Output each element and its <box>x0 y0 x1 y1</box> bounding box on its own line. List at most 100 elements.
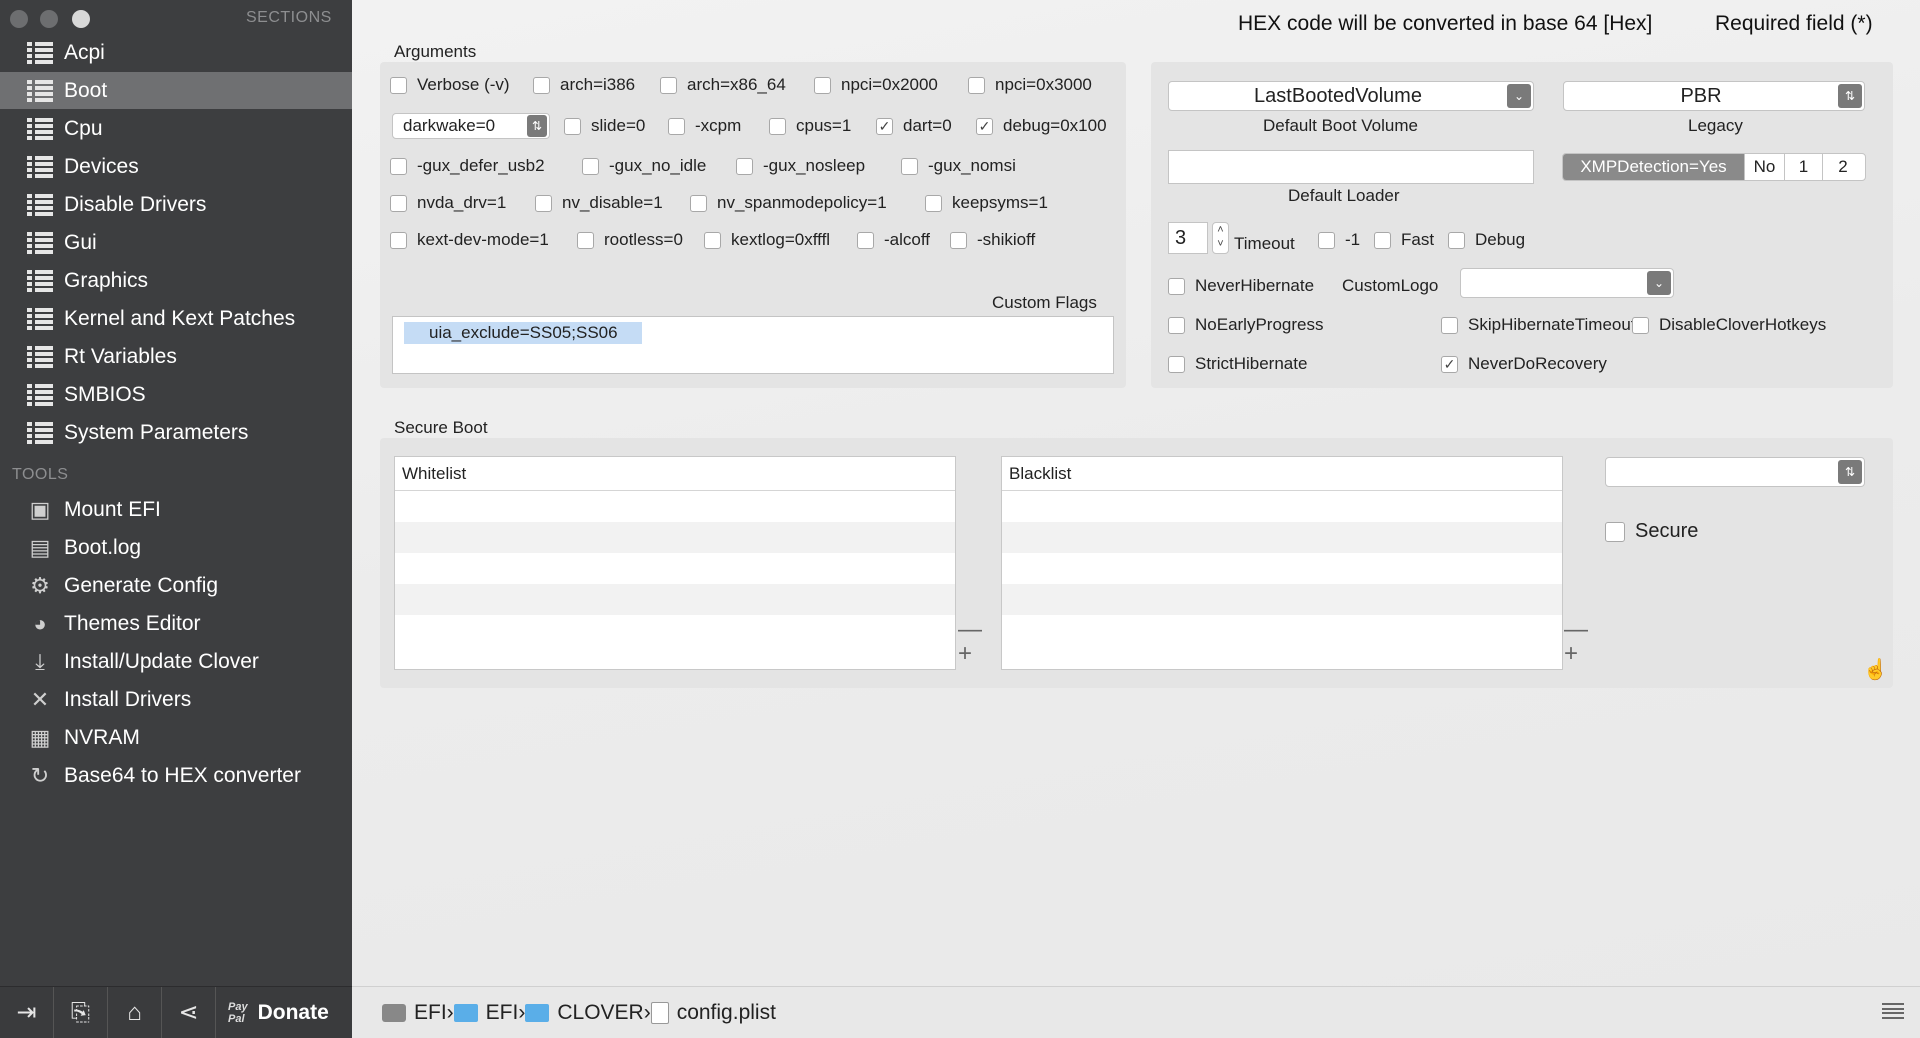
verbose-v-checkbox[interactable]: Verbose (-v) <box>390 75 510 95</box>
timeout-stepper[interactable]: ˄ ˅ <box>1212 222 1229 254</box>
share-button[interactable]: ⋖ <box>162 986 216 1038</box>
fast-checkbox[interactable]: Fast <box>1374 230 1434 250</box>
slide-0-checkbox[interactable]: slide=0 <box>564 116 645 136</box>
nvda-drv-1-checkbox[interactable]: nvda_drv=1 <box>390 193 506 213</box>
tool-install-drivers[interactable]: ✕ Install Drivers <box>0 681 352 718</box>
sidebar-item-smbios[interactable]: SMBIOS <box>0 376 352 413</box>
checkbox-box <box>857 231 874 249</box>
tool-themes-editor[interactable]: ◕ Themes Editor <box>0 605 352 642</box>
xmp-option-xmpdetection-yes[interactable]: XMPDetection=Yes <box>1563 154 1745 180</box>
secure-checkbox[interactable]: Secure <box>1605 520 1698 543</box>
rootless-0-checkbox[interactable]: rootless=0 <box>577 230 683 250</box>
tool-install-update-clover[interactable]: ⤓ Install/Update Clover <box>0 643 352 680</box>
keepsyms-1-checkbox[interactable]: keepsyms=1 <box>925 193 1048 213</box>
menu-icon[interactable] <box>1882 1003 1904 1019</box>
never-hibernate-checkbox[interactable]: NeverHibernate <box>1168 276 1314 296</box>
minimize-window-button[interactable] <box>40 10 58 28</box>
kext-dev-mode-1-checkbox[interactable]: kext-dev-mode=1 <box>390 230 549 250</box>
gux-nomsi-checkbox[interactable]: -gux_nomsi <box>901 156 1016 176</box>
whitelist-remove-button[interactable]: — <box>958 618 982 642</box>
import-icon: ⇥ <box>16 999 37 1026</box>
chip-icon: ▦ <box>29 724 51 750</box>
npci-0x3000-checkbox[interactable]: npci=0x3000 <box>968 75 1092 95</box>
sidebar-item-system-parameters[interactable]: System Parameters <box>0 414 352 451</box>
shikioff-checkbox[interactable]: -shikioff <box>950 230 1035 250</box>
disablecloverhotkeys-checkbox[interactable]: DisableCloverHotkeys <box>1632 315 1826 335</box>
tool-boot-log[interactable]: ▤ Boot.log <box>0 529 352 566</box>
darkwake-select[interactable]: darkwake=0 ⇅ <box>392 113 550 139</box>
close-window-button[interactable] <box>10 10 28 28</box>
path-item-clover[interactable]: CLOVER <box>525 1001 644 1025</box>
checkmark-icon: ✓ <box>1441 355 1458 373</box>
checkbox-box <box>390 194 407 212</box>
tool-mount-efi[interactable]: ▣ Mount EFI <box>0 491 352 528</box>
xmp-option-2[interactable]: 2 <box>1823 154 1863 180</box>
kextlog-0xfffl-checkbox[interactable]: kextlog=0xfffl <box>704 230 830 250</box>
npci-0x2000-checkbox[interactable]: npci=0x2000 <box>814 75 938 95</box>
tools-icon: ✕ <box>30 686 50 712</box>
file-icon <box>650 1001 669 1024</box>
sidebar-item-gui[interactable]: Gui <box>0 224 352 261</box>
blacklist-add-button[interactable]: + <box>1564 642 1578 666</box>
checkbox-box <box>925 194 942 212</box>
sidebar-item-acpi[interactable]: Acpi <box>0 34 352 71</box>
dart-0-checkbox[interactable]: ✓ dart=0 <box>876 116 952 136</box>
1-checkbox[interactable]: -1 <box>1318 230 1360 250</box>
cpus-1-checkbox[interactable]: cpus=1 <box>769 116 851 136</box>
skiphibernatetimeout-checkbox[interactable]: SkipHibernateTimeout <box>1441 315 1636 335</box>
stricthibernate-checkbox[interactable]: StrictHibernate <box>1168 354 1307 374</box>
default-boot-volume-select[interactable]: LastBootedVolume ⌄ <box>1168 81 1534 111</box>
secure-boot-policy-select[interactable]: ⇅ <box>1605 457 1865 487</box>
gux-no-idle-checkbox[interactable]: -gux_no_idle <box>582 156 706 176</box>
blacklist-table[interactable]: Blacklist <box>1001 456 1563 670</box>
checkbox-box <box>814 76 831 94</box>
sidebar-item-devices[interactable]: Devices <box>0 148 352 185</box>
xmp-option-no[interactable]: No <box>1745 154 1785 180</box>
nv-spanmodepolicy-1-checkbox[interactable]: nv_spanmodepolicy=1 <box>690 193 887 213</box>
debug-0x100-checkbox[interactable]: ✓ debug=0x100 <box>976 116 1107 136</box>
legacy-select[interactable]: PBR ⇅ <box>1563 81 1865 111</box>
debug-checkbox[interactable]: Debug <box>1448 230 1525 250</box>
import-button[interactable]: ⇥ <box>0 986 54 1038</box>
sidebar-item-cpu[interactable]: Cpu <box>0 110 352 147</box>
arch-x86-64-checkbox[interactable]: arch=x86_64 <box>660 75 786 95</box>
checkbox-box <box>1168 355 1185 373</box>
blacklist-remove-button[interactable]: — <box>1564 618 1588 642</box>
path-item-config-plist[interactable]: config.plist <box>650 1001 776 1025</box>
whitelist-add-button[interactable]: + <box>958 642 972 666</box>
export-button[interactable]: ⎘ <box>54 986 108 1038</box>
donate-button[interactable]: Pay Pal Donate <box>216 1001 329 1025</box>
checkmark-icon: ✓ <box>876 117 893 135</box>
gux-nosleep-checkbox[interactable]: -gux_nosleep <box>736 156 865 176</box>
sidebar-item-boot[interactable]: Boot <box>0 72 352 109</box>
sidebar-item-graphics[interactable]: Graphics <box>0 262 352 299</box>
sidebar-item-label: Kernel and Kext Patches <box>64 306 296 330</box>
path-item-efi[interactable]: EFI <box>382 1001 447 1025</box>
whitelist-table[interactable]: Whitelist <box>394 456 956 670</box>
custom-logo-select[interactable]: ⌄ <box>1460 268 1674 298</box>
default-loader-field[interactable] <box>1168 150 1534 184</box>
zoom-window-button[interactable] <box>72 10 90 28</box>
chevron-right-icon: › <box>643 1000 651 1024</box>
alcoff-checkbox[interactable]: -alcoff <box>857 230 930 250</box>
arch-i386-checkbox[interactable]: arch=i386 <box>533 75 635 95</box>
path-item-efi[interactable]: EFI <box>453 1001 518 1025</box>
main-content: HEX code will be converted in base 64 [H… <box>352 0 1920 986</box>
tool-generate-config[interactable]: ⚙ Generate Config <box>0 567 352 604</box>
tool-nvram[interactable]: ▦ NVRAM <box>0 719 352 756</box>
noearlyprogress-checkbox[interactable]: NoEarlyProgress <box>1168 315 1324 335</box>
xmp-option-1[interactable]: 1 <box>1785 154 1823 180</box>
gux-defer-usb2-checkbox[interactable]: -gux_defer_usb2 <box>390 156 545 176</box>
nv-disable-1-checkbox[interactable]: nv_disable=1 <box>535 193 663 213</box>
sidebar-item-disable-drivers[interactable]: Disable Drivers <box>0 186 352 223</box>
xcpm-checkbox[interactable]: -xcpm <box>668 116 741 136</box>
sidebar-item-kernel-and-kext-patches[interactable]: Kernel and Kext Patches <box>0 300 352 337</box>
neverdorecovery-checkbox[interactable]: ✓ NeverDoRecovery <box>1441 354 1607 374</box>
tool-base64-to-hex-converter[interactable]: ↻ Base64 to HEX converter <box>0 757 352 794</box>
custom-flags-field[interactable]: uia_exclude=SS05;SS06 <box>392 316 1114 374</box>
sidebar-item-rt-variables[interactable]: Rt Variables <box>0 338 352 375</box>
home-button[interactable]: ⌂ <box>108 986 162 1038</box>
checkbox-box <box>1632 316 1649 334</box>
checkbox-box <box>769 117 786 135</box>
timeout-field[interactable]: 3 <box>1168 222 1208 254</box>
